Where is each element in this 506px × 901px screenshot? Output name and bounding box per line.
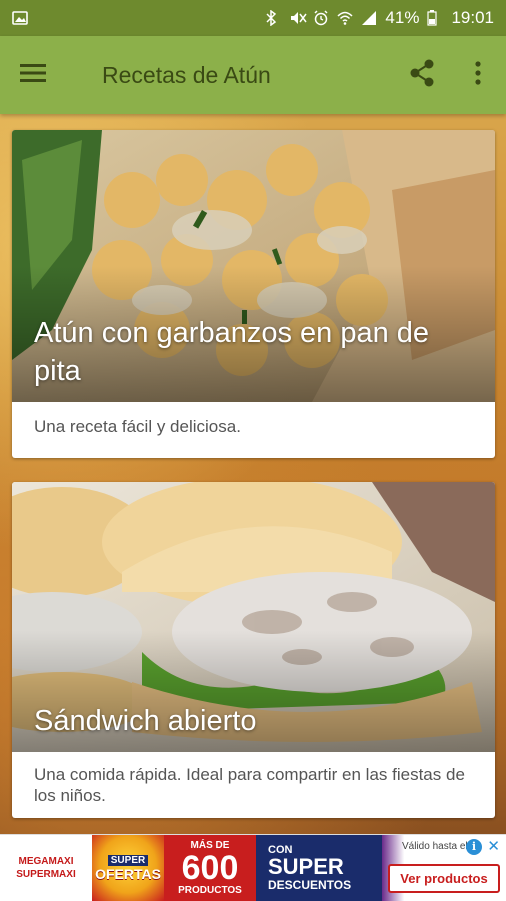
ad-productos: PRODUCTOS [178, 885, 242, 896]
ad-count-block: MÁS DE 600 PRODUCTOS [164, 835, 256, 901]
recipe-card[interactable]: Atún con garbanzos en pan de pita Una re… [12, 130, 495, 458]
ad-brand-logo: MEGAMAXI SUPERMAXI [0, 835, 92, 901]
recipe-image: Atún con garbanzos en pan de pita [12, 130, 495, 402]
ad-ofertas-big: OFERTAS [95, 865, 161, 882]
ad-brand-line2: SUPERMAXI [16, 869, 76, 880]
status-left [12, 10, 28, 26]
menu-icon [20, 63, 46, 88]
app-title: Recetas de Atún [102, 61, 271, 88]
ad-banner[interactable]: MEGAMAXI SUPERMAXI SUPER OFERTAS MÁS DE … [0, 834, 506, 901]
recipe-title: Sándwich abierto [34, 705, 257, 737]
share-button[interactable] [394, 36, 450, 114]
ad-discount-block: CON SUPER DESCUENTOS [256, 835, 382, 901]
ad-brand-line1: MEGAMAXI [18, 856, 74, 867]
gallery-notification-icon [12, 10, 28, 26]
recipe-title: Atún con garbanzos en pan de pita [34, 317, 430, 387]
ad-cta-button[interactable]: Ver productos [388, 864, 500, 893]
battery-icon [427, 10, 443, 26]
ad-cta-area: Válido hasta el 22 i ✕ Ver productos [382, 835, 506, 901]
mute-icon [289, 10, 308, 26]
more-options-button[interactable] [450, 36, 506, 114]
recipe-description: Una comida rápida. Ideal para compartir … [34, 765, 465, 805]
ad-ofertas-small: SUPER [107, 854, 149, 866]
battery-percent: 41% [385, 8, 420, 27]
ad-info-icon[interactable]: i [466, 839, 482, 855]
ad-count: 600 [181, 849, 239, 887]
recipe-description: Una receta fácil y deliciosa. [34, 417, 241, 436]
menu-button[interactable] [0, 36, 66, 114]
status-bar: 41% 19:01 [0, 0, 506, 36]
more-vert-icon [475, 60, 481, 90]
ad-ofertas-badge: SUPER OFERTAS [92, 835, 164, 901]
alarm-icon [313, 10, 329, 26]
recipe-card[interactable]: Sándwich abierto Una comida rápida. Idea… [12, 482, 495, 818]
ad-descuentos: DESCUENTOS [268, 878, 352, 892]
bluetooth-icon [265, 9, 281, 27]
wifi-icon [337, 10, 353, 26]
ad-super: SUPER [268, 854, 344, 879]
app-bar: Recetas de Atún [0, 36, 506, 114]
clock: 19:01 [451, 8, 494, 27]
share-icon [409, 59, 435, 92]
signal-icon [361, 10, 377, 26]
recipe-image: Sándwich abierto [12, 482, 495, 752]
status-right: 41% 19:01 [265, 8, 494, 28]
ad-close-icon[interactable]: ✕ [487, 837, 500, 855]
